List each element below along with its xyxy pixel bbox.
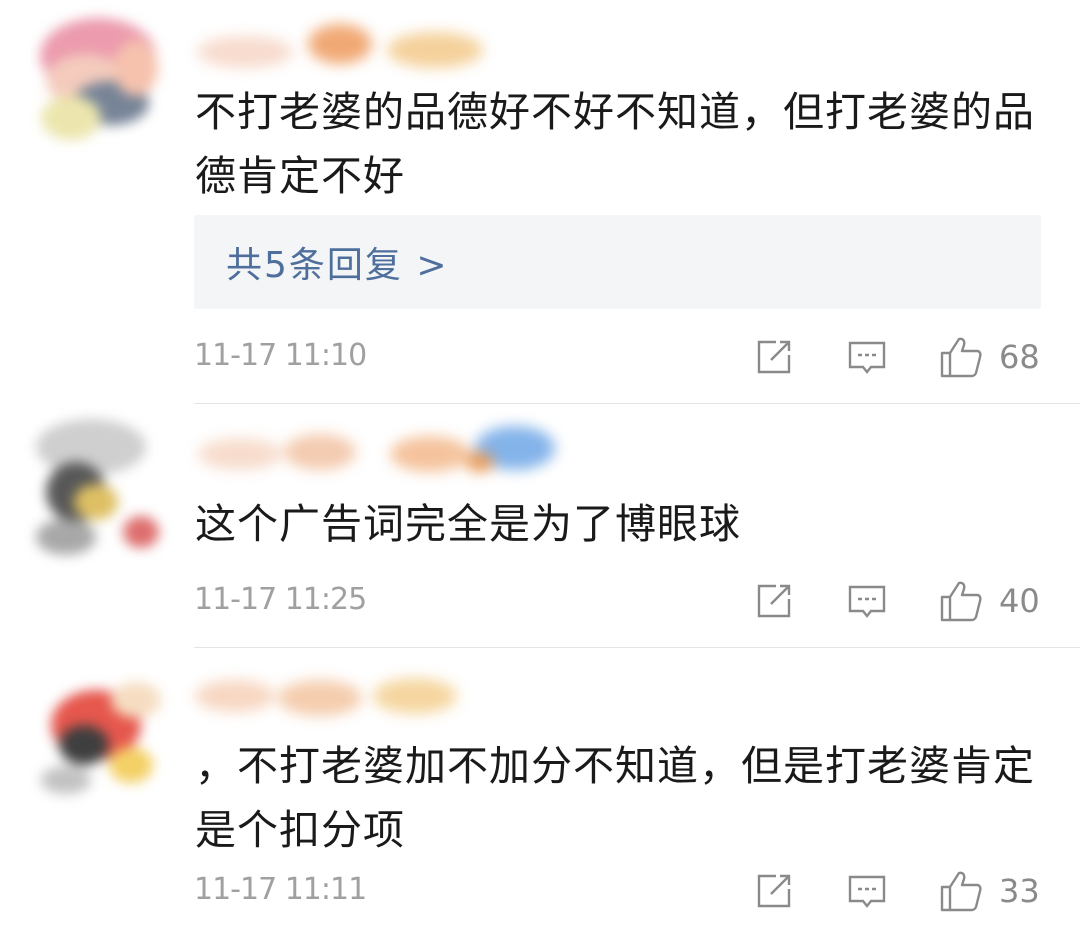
- share-button[interactable]: [754, 332, 794, 382]
- comment-text: ，不打老婆加不加分不知道，但是打老婆肯定是个扣分项: [195, 742, 1035, 854]
- timestamp: 11-17 11:25: [194, 582, 367, 617]
- comment-text: 不打老婆的品德好不好不知道，但打老婆的品德肯定不好: [195, 88, 1035, 200]
- comment-meta: 11-17 11:25 40: [194, 576, 1044, 626]
- share-icon: [757, 584, 791, 618]
- replies-label: 共5条回复 >: [226, 245, 449, 286]
- thumbs-up-icon: [940, 871, 982, 912]
- share-button[interactable]: [754, 576, 794, 626]
- avatar[interactable]: [26, 670, 166, 820]
- comment-list: 不打老婆的品德好不好不知道，但打老婆的品德肯定不好 共5条回复 > 11-17 …: [0, 0, 1080, 930]
- comment-icon: [848, 875, 886, 908]
- like-button[interactable]: 68: [939, 332, 1040, 382]
- comment-text: 这个广告词完全是为了博眼球: [195, 500, 741, 548]
- comment-item: ，不打老婆加不加分不知道，但是打老婆肯定是个扣分项 11-17 11:11 33: [0, 648, 1080, 930]
- like-count: 40: [999, 582, 1040, 620]
- avatar[interactable]: [26, 412, 166, 562]
- username[interactable]: [190, 422, 570, 478]
- username[interactable]: [190, 18, 490, 74]
- timestamp: 11-17 11:10: [194, 338, 367, 373]
- comment-icon: [848, 585, 886, 618]
- like-count: 33: [999, 872, 1040, 910]
- comment-meta: 11-17 11:10 68: [194, 332, 1044, 382]
- comment-button[interactable]: [847, 866, 887, 916]
- avatar[interactable]: [26, 8, 166, 158]
- comment-icon: [848, 341, 886, 374]
- share-icon: [757, 874, 791, 908]
- username[interactable]: [190, 666, 470, 722]
- comment-item: 这个广告词完全是为了博眼球 11-17 11:25 40: [0, 404, 1080, 647]
- share-icon: [757, 340, 791, 374]
- like-count: 68: [999, 338, 1040, 376]
- timestamp: 11-17 11:11: [194, 872, 367, 907]
- comment-meta: 11-17 11:11 33: [194, 866, 1044, 916]
- like-button[interactable]: 40: [939, 576, 1040, 626]
- like-button[interactable]: 33: [939, 866, 1040, 916]
- comment-button[interactable]: [847, 576, 887, 626]
- comment-button[interactable]: [847, 332, 887, 382]
- comment-item: 不打老婆的品德好不好不知道，但打老婆的品德肯定不好 共5条回复 > 11-17 …: [0, 0, 1080, 400]
- view-replies-button[interactable]: 共5条回复 >: [194, 215, 1041, 309]
- thumbs-up-icon: [940, 581, 982, 622]
- thumbs-up-icon: [940, 337, 982, 378]
- share-button[interactable]: [754, 866, 794, 916]
